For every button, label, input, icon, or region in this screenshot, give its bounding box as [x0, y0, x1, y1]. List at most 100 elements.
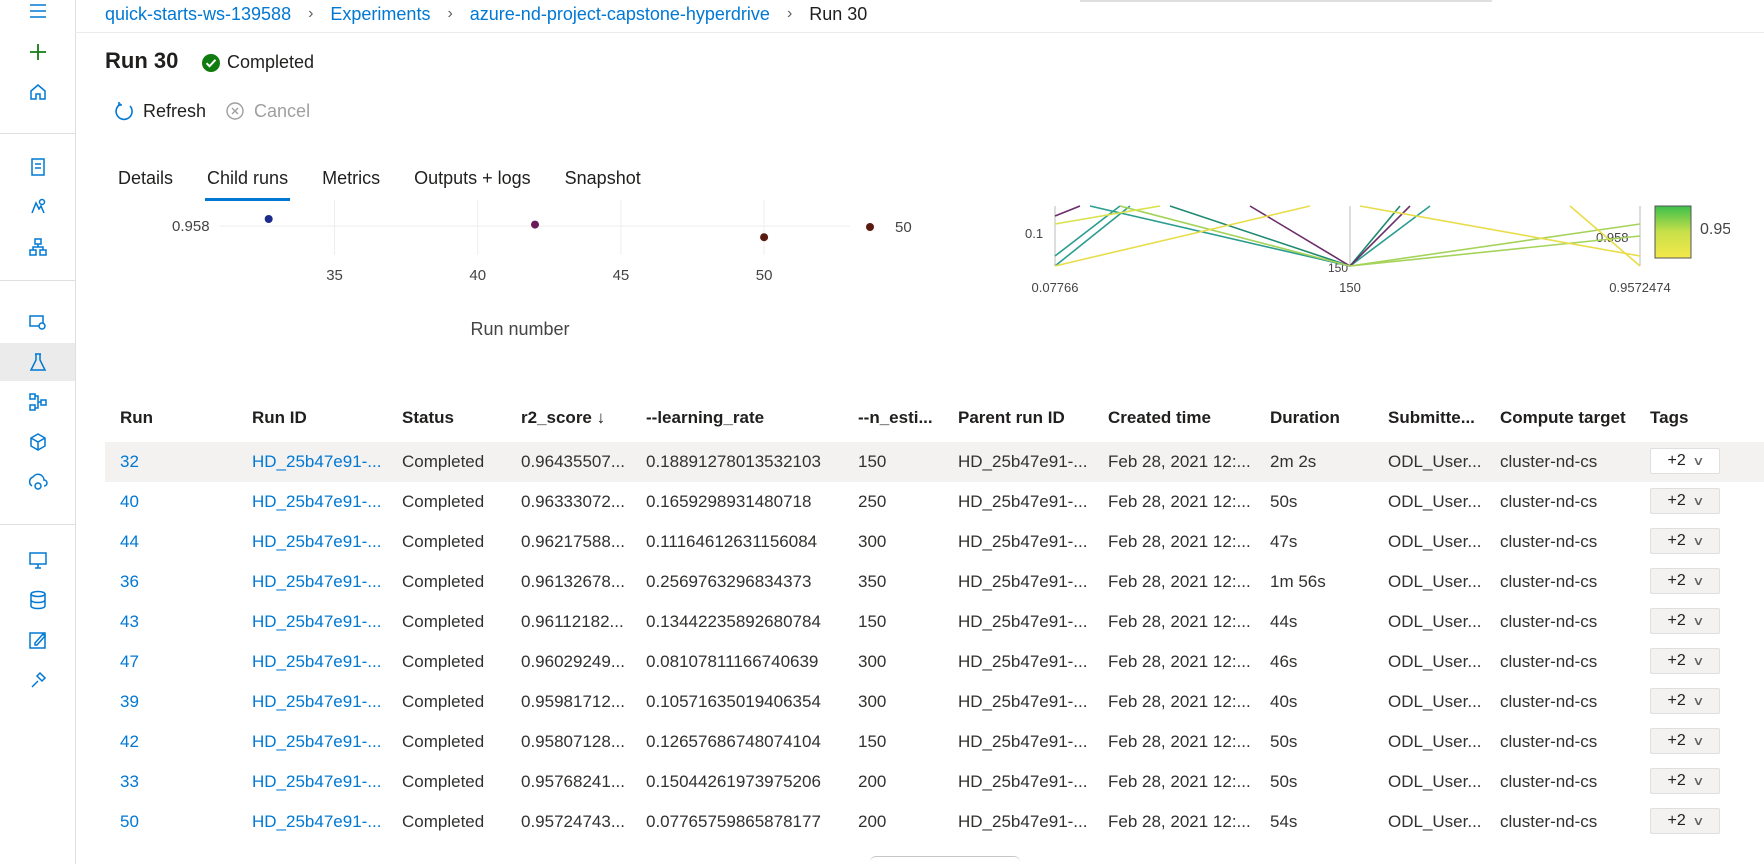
chevron-down-icon: ∨ — [1691, 654, 1705, 668]
endpoints-icon[interactable] — [0, 463, 75, 501]
col-duration-header[interactable]: Duration — [1270, 408, 1340, 428]
col-run-cell[interactable]: 33 — [120, 772, 139, 792]
col-run-id-cell[interactable]: HD_25b47e91-... — [252, 732, 381, 752]
breadcrumb-workspace[interactable]: quick-starts-ws-139588 — [105, 4, 291, 25]
chevron-right-icon: › — [786, 5, 793, 22]
table-row[interactable]: 32 HD_25b47e91-... Completed 0.96435507... 0… — [105, 442, 1764, 482]
cancel-button[interactable]: Cancel — [224, 100, 310, 122]
tags-dropdown-button[interactable]: +2 ∨ — [1650, 808, 1720, 834]
col-run-id-cell[interactable]: HD_25b47e91-... — [252, 812, 381, 832]
col-submitted-by-cell: ODL_User... — [1388, 532, 1482, 551]
col-n-estimators-header[interactable]: --n_esti... — [858, 408, 933, 428]
col-run-cell[interactable]: 40 — [120, 492, 139, 512]
col-compute-target-cell: cluster-nd-cs — [1500, 452, 1598, 471]
col-run-id-cell[interactable]: HD_25b47e91-... — [252, 572, 381, 592]
col-run-id-header[interactable]: Run ID — [252, 408, 307, 428]
pipelines-icon[interactable] — [0, 383, 75, 421]
tags-dropdown-button[interactable]: +2 ∨ — [1650, 728, 1720, 754]
col-duration-cell: 1m 56s — [1270, 572, 1326, 591]
tags-dropdown-button[interactable]: +2 ∨ — [1650, 528, 1720, 554]
col-learning-rate-header[interactable]: --learning_rate — [646, 408, 764, 428]
datasets-icon[interactable] — [0, 303, 75, 341]
col-run-id-cell[interactable]: HD_25b47e91-... — [252, 772, 381, 792]
x-tick-label: 40 — [469, 267, 486, 284]
breadcrumb-experiments[interactable]: Experiments — [330, 4, 430, 25]
tab-child-runs[interactable]: Child runs — [205, 168, 291, 201]
cancel-icon — [226, 102, 244, 120]
col-submitted-by-cell: ODL_User... — [1388, 812, 1482, 831]
col-status-header[interactable]: Status — [402, 408, 454, 428]
col-run-cell[interactable]: 47 — [120, 652, 139, 672]
experiments-icon[interactable] — [0, 343, 75, 381]
tags-dropdown-button[interactable]: +2 ∨ — [1650, 568, 1720, 594]
col-duration-cell: 40s — [1270, 692, 1298, 711]
col-run-cell[interactable]: 43 — [120, 612, 139, 632]
datastores-icon[interactable] — [0, 581, 75, 619]
compute-icon[interactable] — [0, 541, 75, 579]
col-learning-rate-cell: 0.10571635019406354 — [646, 692, 821, 711]
tags-dropdown-button[interactable]: +2 ∨ — [1650, 648, 1720, 674]
col-run-header[interactable]: Run — [120, 408, 153, 428]
table-row[interactable]: 36 HD_25b47e91-... Completed 0.96132678... 0… — [105, 562, 1764, 602]
x-tick-label: 50 — [756, 267, 773, 284]
col-submitted-by-header[interactable]: Submitte... — [1388, 408, 1475, 428]
col-parent-run-id-cell: HD_25b47e91-... — [958, 772, 1088, 791]
col-tags-header[interactable]: Tags — [1650, 408, 1688, 428]
labeling-icon[interactable] — [0, 621, 75, 659]
table-row[interactable]: 44 HD_25b47e91-... Completed 0.96217588... 0… — [105, 522, 1764, 562]
col-n-estimators-cell: 300 — [858, 692, 887, 711]
col-run-id-cell[interactable]: HD_25b47e91-... — [252, 452, 381, 472]
table-row[interactable]: 40 HD_25b47e91-... Completed 0.96333072... 0… — [105, 482, 1764, 522]
tab-snapshot[interactable]: Snapshot — [565, 168, 641, 201]
col-run-id-cell[interactable]: HD_25b47e91-... — [252, 492, 381, 512]
tags-dropdown-button[interactable]: +2 ∨ — [1650, 608, 1720, 634]
col-status-cell: Completed — [402, 452, 485, 471]
tags-dropdown-button[interactable]: +2 ∨ — [1650, 768, 1720, 794]
col-r2-score-cell: 0.95807128... — [521, 732, 625, 751]
col-created-time-cell: Feb 28, 2021 12:... — [1108, 772, 1251, 791]
col-run-cell[interactable]: 44 — [120, 532, 139, 552]
col-learning-rate-cell: 0.18891278013532103 — [646, 452, 821, 471]
col-run-id-cell[interactable]: HD_25b47e91-... — [252, 532, 381, 552]
refresh-button[interactable]: Refresh — [113, 100, 206, 122]
col-created-time-cell: Feb 28, 2021 12:... — [1108, 812, 1251, 831]
col-run-id-cell[interactable]: HD_25b47e91-... — [252, 652, 381, 672]
col-run-cell[interactable]: 32 — [120, 452, 139, 472]
table-row[interactable]: 42 HD_25b47e91-... Completed 0.95807128... 0… — [105, 722, 1764, 762]
tags-dropdown-button[interactable]: +2 ∨ — [1650, 688, 1720, 714]
hamburger-icon[interactable] — [0, 0, 75, 30]
col-run-id-cell[interactable]: HD_25b47e91-... — [252, 692, 381, 712]
notebook-icon[interactable] — [0, 148, 75, 186]
table-row[interactable]: 39 HD_25b47e91-... Completed 0.95981712... 0… — [105, 682, 1764, 722]
table-row[interactable]: 50 HD_25b47e91-... Completed 0.95724743... 0… — [105, 802, 1764, 842]
col-run-cell[interactable]: 36 — [120, 572, 139, 592]
tab-details[interactable]: Details — [118, 168, 173, 201]
models-icon[interactable] — [0, 423, 75, 461]
tags-dropdown-button[interactable]: +2 ∨ — [1650, 448, 1720, 474]
col-parent-run-id-header[interactable]: Parent run ID — [958, 408, 1065, 428]
tab-outputs-logs[interactable]: Outputs + logs — [414, 168, 531, 201]
chevron-down-icon: ∨ — [1691, 734, 1705, 748]
linked-services-icon[interactable] — [0, 661, 75, 699]
automl-icon[interactable] — [0, 188, 75, 226]
table-row[interactable]: 33 HD_25b47e91-... Completed 0.95768241... 0… — [105, 762, 1764, 802]
col-status-cell: Completed — [402, 692, 485, 711]
col-run-cell[interactable]: 39 — [120, 692, 139, 712]
col-r2-score-header[interactable]: r2_score ↓ — [521, 408, 605, 428]
col-run-id-cell[interactable]: HD_25b47e91-... — [252, 612, 381, 632]
col-n-estimators-cell: 250 — [858, 492, 887, 511]
table-row[interactable]: 47 HD_25b47e91-... Completed 0.96029249... 0… — [105, 642, 1764, 682]
col-compute-target-header[interactable]: Compute target — [1500, 408, 1626, 428]
table-row[interactable]: 43 HD_25b47e91-... Completed 0.96112182... 0… — [105, 602, 1764, 642]
plus-icon[interactable] — [0, 33, 75, 71]
col-run-cell[interactable]: 42 — [120, 732, 139, 752]
col-run-cell[interactable]: 50 — [120, 812, 139, 832]
axis-bottom-label: 150 — [1339, 280, 1361, 295]
designer-icon[interactable] — [0, 228, 75, 266]
breadcrumb-experiment[interactable]: azure-nd-project-capstone-hyperdrive — [470, 4, 770, 25]
tags-dropdown-button[interactable]: +2 ∨ — [1650, 488, 1720, 514]
col-created-time-header[interactable]: Created time — [1108, 408, 1211, 428]
x-axis-label: Run number — [470, 319, 569, 339]
home-icon[interactable] — [0, 73, 75, 111]
tab-metrics[interactable]: Metrics — [322, 168, 380, 201]
